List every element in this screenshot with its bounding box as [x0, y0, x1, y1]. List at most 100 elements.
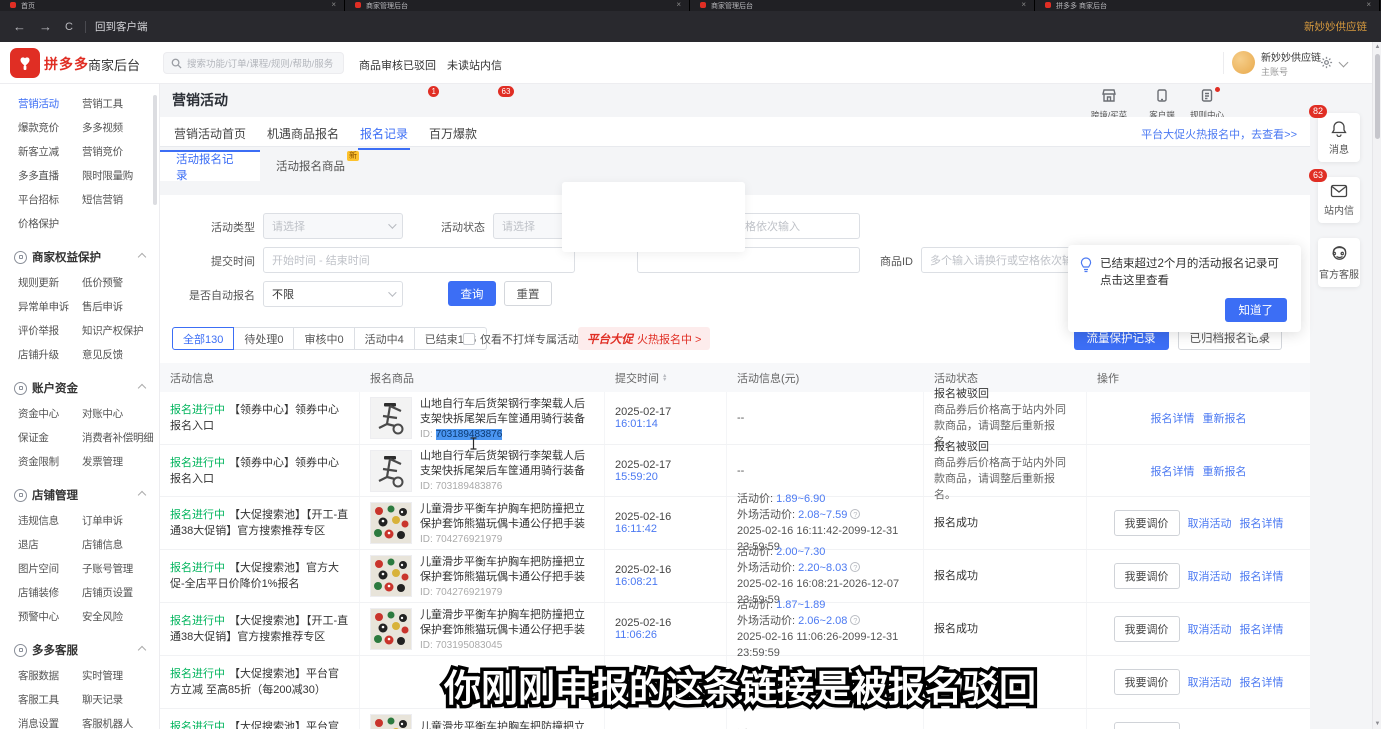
submit-time-range-input[interactable]: 开始时间 - 结束时间 [263, 247, 575, 273]
sort-icon[interactable]: ▲▼ [662, 374, 667, 382]
checkbox-icon[interactable] [463, 333, 475, 345]
sidebar-item[interactable]: 保证金 [18, 430, 80, 445]
tab-机遇商品报名[interactable]: 机遇商品报名 [265, 117, 341, 148]
sidebar-item[interactable]: 知识产权保护 [82, 323, 160, 338]
adjust-price-button[interactable]: 我要调价 [1114, 722, 1180, 729]
sidebar-item[interactable]: 安全风险 [82, 609, 160, 624]
sidebar-item[interactable]: 对账中心 [82, 406, 160, 421]
unread-inbox-link[interactable]: 未读站内信 [447, 57, 502, 73]
chip-审核中0[interactable]: 审核中0 [293, 327, 354, 350]
chip-全部130[interactable]: 全部130 [172, 327, 234, 350]
pinduoduo-logo-icon[interactable] [10, 48, 40, 78]
op-link[interactable]: 报名详情 [1240, 515, 1284, 531]
scrollbar-thumb[interactable] [1375, 54, 1380, 139]
sidebar-group-header[interactable]: 商家权益保护 [0, 241, 159, 271]
sidebar-group-header[interactable]: 店铺管理 [0, 479, 159, 509]
promo-banner-link[interactable]: 平台大促火热报名中，去查看>> [1141, 126, 1297, 142]
sidebar-item[interactable]: 营销工具 [82, 96, 160, 111]
sidebar-item[interactable]: 店铺升级 [18, 347, 80, 362]
review-rejected-link[interactable]: 商品审核已驳回 [359, 57, 436, 73]
op-link[interactable]: 重新报名 [1203, 410, 1247, 426]
sidebar-item[interactable]: 新客立减 [18, 144, 80, 159]
sidebar-item[interactable]: 营销竞价 [82, 144, 160, 159]
sidebar-item[interactable]: 售后申诉 [82, 299, 160, 314]
sidebar-item[interactable]: 多多直播 [18, 168, 80, 183]
global-search-input[interactable]: 搜索功能/订单/课程/规则/帮助/服务 [163, 52, 344, 74]
reset-button[interactable]: 重置 [504, 281, 552, 306]
browser-tab[interactable]: 商家管理后台× [345, 0, 690, 11]
sidebar-item[interactable]: 发票管理 [82, 454, 160, 469]
tab-close-icon[interactable]: × [676, 1, 681, 8]
sidebar-item[interactable]: 客服数据 [18, 668, 80, 683]
sidebar-group-header[interactable]: 多多客服 [0, 634, 159, 664]
chevron-down-icon[interactable] [1339, 58, 1349, 68]
tab-百万爆款[interactable]: 百万爆款 [427, 117, 479, 148]
sidebar-item[interactable]: 资金中心 [18, 406, 80, 421]
sidebar-item[interactable]: 价格保护 [18, 216, 80, 231]
scroll-down-icon[interactable]: ▼ [1373, 719, 1381, 729]
sidebar-item[interactable]: 爆款竞价 [18, 120, 80, 135]
rail-官方客服[interactable]: 官方客服 [1318, 238, 1360, 287]
op-link[interactable]: 取消活动 [1188, 515, 1232, 531]
scroll-up-icon[interactable]: ▲ [1373, 42, 1381, 52]
sidebar-item[interactable]: 客服机器人 [82, 716, 160, 729]
sidebar-item[interactable]: 图片空间 [18, 561, 80, 576]
sidebar-item[interactable]: 评价举报 [18, 323, 80, 338]
sidebar-item[interactable]: 店铺页设置 [82, 585, 160, 600]
auto-signup-select[interactable]: 不限 [263, 281, 403, 307]
sidebar-item[interactable]: 客服工具 [18, 692, 80, 707]
sidebar-item[interactable]: 聊天记录 [82, 692, 160, 707]
tab-close-icon[interactable]: × [331, 1, 336, 8]
op-link[interactable]: 取消活动 [1188, 621, 1232, 637]
browser-tab[interactable]: 拼多多 商家后台× [1035, 0, 1380, 11]
sidebar-item[interactable]: 店铺信息 [82, 537, 160, 552]
account-info[interactable]: 新妙妙供应链 主账号 [1261, 49, 1321, 78]
tab-营销活动首页[interactable]: 营销活动首页 [172, 117, 248, 148]
avatar[interactable] [1232, 51, 1255, 74]
op-link[interactable]: 报名详情 [1240, 621, 1284, 637]
sidebar-item[interactable]: 限时限量购 [82, 168, 160, 183]
sidebar-item[interactable]: 平台招标 [18, 192, 80, 207]
op-link[interactable]: 报名详情 [1151, 463, 1195, 479]
adjust-price-button[interactable]: 我要调价 [1114, 616, 1180, 642]
got-it-button[interactable]: 知道了 [1225, 298, 1288, 322]
page-scrollbar[interactable]: ▲ ▼ [1372, 42, 1381, 729]
sidebar-item[interactable]: 营销活动 [18, 96, 80, 111]
sidebar-item[interactable]: 预警中心 [18, 609, 80, 624]
browser-tab[interactable]: 首页× [0, 0, 345, 11]
sidebar-item[interactable]: 退店 [18, 537, 80, 552]
chip-活动中4[interactable]: 活动中4 [354, 327, 415, 350]
sidebar-group-header[interactable]: 账户资金 [0, 372, 159, 402]
activity-type-select[interactable]: 请选择 [263, 213, 403, 239]
tab-close-icon[interactable]: × [1366, 1, 1371, 8]
sidebar-item[interactable]: 违规信息 [18, 513, 80, 528]
op-link[interactable]: 报名详情 [1151, 410, 1195, 426]
sidebar-scrollbar[interactable] [153, 95, 157, 205]
adjust-price-button[interactable]: 我要调价 [1114, 510, 1180, 536]
sidebar-item[interactable]: 异常单申诉 [18, 299, 80, 314]
op-link[interactable]: 取消活动 [1188, 568, 1232, 584]
sidebar-item[interactable]: 订单申诉 [82, 513, 160, 528]
sidebar-item[interactable]: 资金限制 [18, 454, 80, 469]
op-link[interactable]: 报名详情 [1240, 568, 1284, 584]
sidebar-item[interactable]: 子账号管理 [82, 561, 160, 576]
sidebar-item[interactable]: 多多视频 [82, 120, 160, 135]
forward-icon[interactable]: → [39, 19, 52, 34]
gear-icon[interactable] [1320, 56, 1333, 74]
platform-sale-hot-link[interactable]: 平台大促 火热报名中 > [578, 327, 710, 350]
chip-待处理0[interactable]: 待处理0 [233, 327, 294, 350]
op-link[interactable]: 重新报名 [1203, 463, 1247, 479]
sidebar-item[interactable]: 消息设置 [18, 716, 80, 729]
sidebar-item[interactable]: 规则更新 [18, 275, 80, 290]
sidebar-item[interactable]: 低价预警 [82, 275, 160, 290]
search-button[interactable]: 查询 [448, 281, 496, 306]
subtab-活动报名商品[interactable]: 活动报名商品新 [260, 150, 361, 181]
browser-tab[interactable]: 商家管理后台× [690, 0, 1035, 11]
reload-icon[interactable]: C [65, 21, 73, 33]
sidebar-item[interactable]: 短信营销 [82, 192, 160, 207]
tab-报名记录[interactable]: 报名记录 [358, 117, 410, 150]
sidebar-item[interactable]: 实时管理 [82, 668, 160, 683]
sidebar-item[interactable]: 意见反馈 [82, 347, 160, 362]
back-icon[interactable]: ← [13, 19, 26, 34]
adjust-price-button[interactable]: 我要调价 [1114, 563, 1180, 589]
